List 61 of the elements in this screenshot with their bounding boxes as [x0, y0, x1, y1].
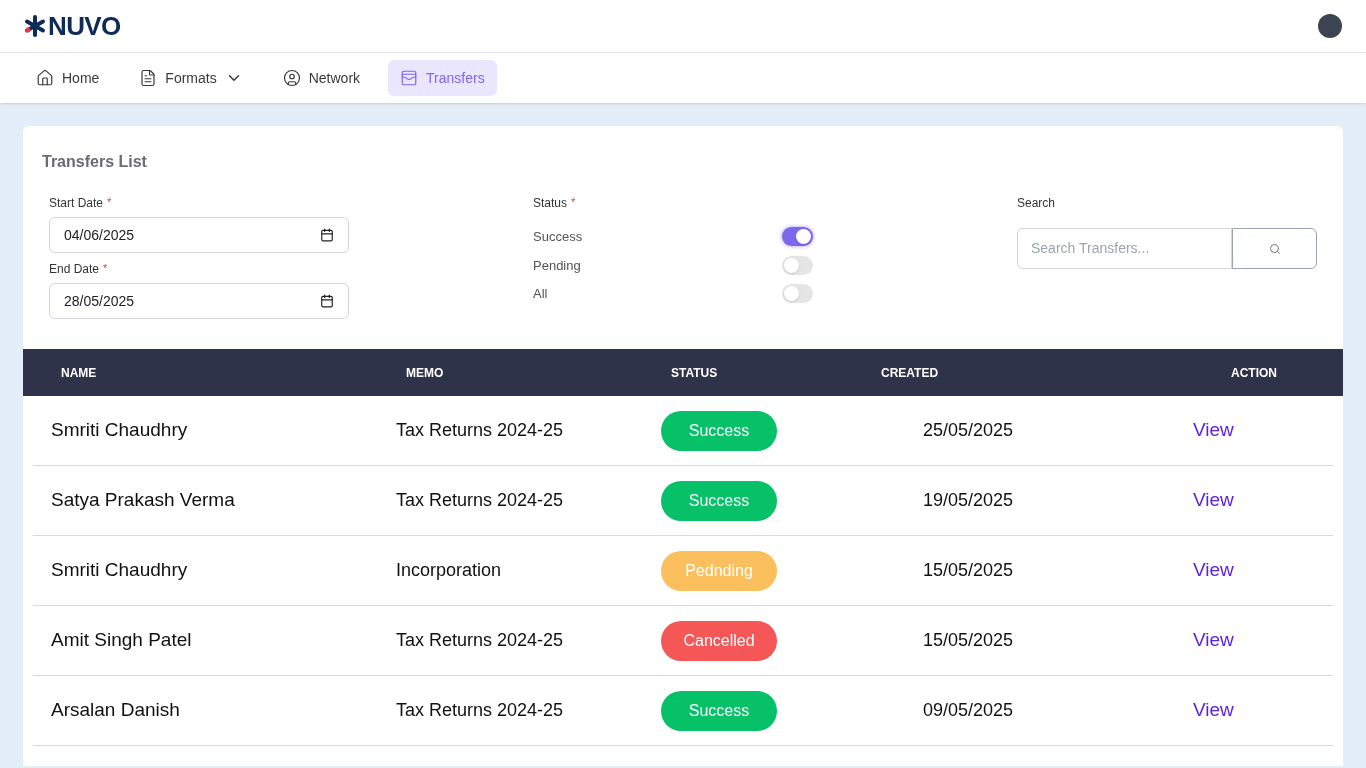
- date-field[interactable]: 04/06/2025: [49, 217, 349, 253]
- calendar-icon: [320, 228, 334, 242]
- card-title: Transfers List: [42, 152, 148, 172]
- column-header: ACTION: [1230, 364, 1278, 382]
- field-label: End Date: [49, 261, 100, 278]
- nav-tab[interactable]: Network: [270, 60, 373, 96]
- table-cell-text: Tax Returns 2024-25: [396, 629, 565, 652]
- asterisk-logo-icon: [24, 15, 46, 37]
- view-link[interactable]: View: [1151, 416, 1333, 445]
- required-mark: *: [571, 195, 576, 210]
- nav-tab[interactable]: Formats: [127, 60, 255, 96]
- table-cell-text: Smriti Chaudhry: [51, 558, 189, 583]
- required-mark: *: [107, 195, 112, 210]
- field-label: Start Date: [49, 195, 104, 212]
- view-link[interactable]: View: [1151, 556, 1333, 585]
- column-header: STATUS: [671, 364, 719, 382]
- status-badge: Pednding: [661, 550, 777, 591]
- table-cell-text: 15/05/2025: [922, 629, 1015, 652]
- toggle-switch[interactable]: [782, 255, 813, 275]
- option-label: Pending: [533, 256, 581, 275]
- search-field[interactable]: Search Transfers...: [1017, 228, 1232, 269]
- required-mark: *: [103, 261, 108, 276]
- search-button[interactable]: [1232, 228, 1317, 269]
- table-cell-text: 15/05/2025: [922, 559, 1015, 582]
- table-cell-text: 25/05/2025: [922, 419, 1015, 442]
- wallet-icon: [400, 69, 419, 87]
- table-cell-text: Satya Prakash Verma: [51, 488, 236, 513]
- table-cell-text: 19/05/2025: [922, 489, 1015, 512]
- house-icon: [36, 69, 54, 87]
- table-cell-text: Incorporation: [396, 559, 503, 582]
- avatar[interactable]: [1318, 14, 1342, 38]
- table-cell-text: Tax Returns 2024-25: [396, 419, 565, 442]
- option-label: Success: [533, 228, 583, 246]
- field-label: Search: [1017, 195, 1057, 212]
- document-icon: [139, 69, 158, 87]
- view-link[interactable]: View: [1151, 486, 1333, 515]
- nav-tab[interactable]: Home: [24, 60, 112, 96]
- table-cell-text: 09/05/2025: [922, 699, 1015, 722]
- logo-text: NUVO: [48, 9, 121, 43]
- field-label: Status: [533, 195, 568, 212]
- view-link[interactable]: View: [1151, 626, 1333, 655]
- column-header: CREATED: [881, 364, 940, 382]
- user-circle-icon: [282, 69, 301, 87]
- search-icon: [1268, 242, 1281, 255]
- table-cell-text: Amit Singh Patel: [51, 628, 193, 653]
- toggle-switch[interactable]: [782, 227, 813, 247]
- table-cell-text: Tax Returns 2024-25: [396, 699, 565, 722]
- table-cell-text: Smriti Chaudhry: [51, 418, 189, 443]
- status-badge: Success: [661, 410, 777, 451]
- column-header: MEMO: [406, 364, 445, 382]
- status-badge: Success: [661, 690, 777, 731]
- status-badge: Success: [661, 480, 777, 521]
- toggle-switch[interactable]: [782, 284, 813, 304]
- status-badge: Cancelled: [661, 620, 777, 661]
- calendar-icon: [320, 294, 334, 308]
- table-cell-text: Arsalan Danish: [51, 698, 181, 723]
- column-header: NAME: [61, 364, 98, 382]
- table-cell-text: Tax Returns 2024-25: [396, 489, 565, 512]
- date-field[interactable]: 28/05/2025: [49, 283, 349, 319]
- option-label: All: [533, 285, 548, 303]
- view-link[interactable]: View: [1151, 696, 1333, 725]
